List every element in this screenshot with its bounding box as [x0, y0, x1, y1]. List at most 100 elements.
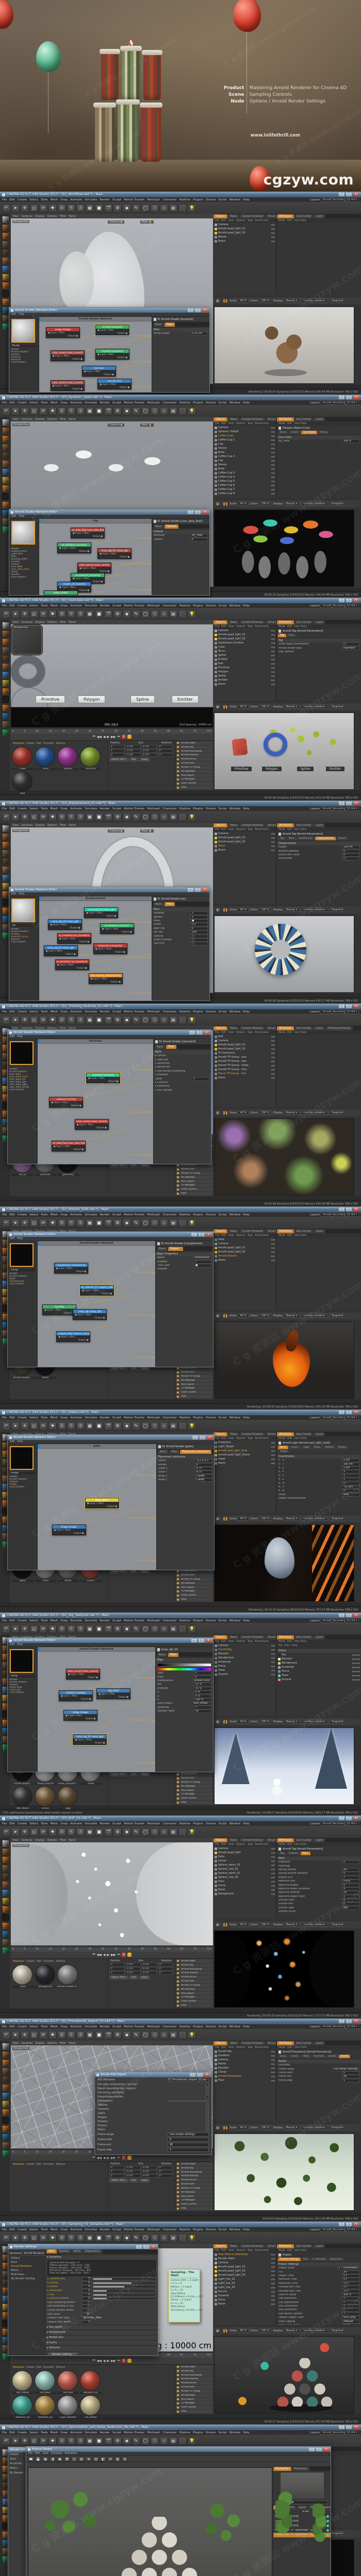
command-tx-manager[interactable]: Tx Manager — [176, 1386, 212, 1391]
toolbar-icon-18[interactable]: ▤ — [169, 1624, 177, 1633]
objects-menu-tags[interactable]: Tags — [248, 1640, 253, 1643]
menu-item-simulate[interactable]: Simulate — [85, 2025, 97, 2028]
layer-row[interactable]: Blizzard — [277, 1657, 361, 1661]
side-icon-9[interactable] — [2, 290, 9, 297]
viewport-3d[interactable]: Perspective Primitive Polygon Spline Emitter — [11, 624, 213, 707]
command-arnold-tp-group[interactable]: Arnold TP Group — [176, 1171, 212, 1175]
menu-item-pipeline[interactable]: Pipeline — [179, 1619, 191, 1622]
toolbar-icon-8[interactable]: Ⓩ — [76, 2233, 85, 2242]
menu-item-snap[interactable]: Snap — [60, 807, 68, 810]
objects-tab-takes[interactable]: Takes — [227, 1635, 239, 1639]
side-icon-13[interactable] — [2, 526, 9, 533]
toolbar-icon-13[interactable]: ◆ — [123, 812, 131, 821]
material-tile[interactable]: N/A_Wood — [12, 1786, 34, 1810]
object-toggles[interactable] — [271, 1247, 275, 1249]
toolbar-icon-6[interactable]: Ⓧ — [58, 204, 66, 212]
menu-item-tools[interactable]: Tools — [41, 401, 48, 404]
menu-item-mograph[interactable]: MoGraph — [147, 2025, 160, 2028]
pv-menu-edit[interactable]: Edit — [35, 2452, 40, 2455]
coords-footer-item[interactable]: Apply — [139, 1164, 150, 1167]
side-icon-5[interactable] — [2, 866, 9, 873]
material-tile[interactable]: Ref_Yellow — [12, 2370, 34, 2394]
side-icon-12[interactable] — [2, 1939, 9, 1945]
layer-row[interactable]: Trees — [277, 1673, 361, 1677]
rs-check-value[interactable]: □ — [82, 2300, 91, 2304]
toolbar-icon-2[interactable]: ✛ — [21, 1218, 29, 1227]
transport-button-0[interactable]: ⏮ — [92, 735, 95, 739]
object-row[interactable]: Camera — [214, 223, 276, 227]
side-icon-11[interactable] — [2, 916, 9, 922]
object-row[interactable]: Coffee Cup 7 — [214, 487, 276, 492]
menu-item-script[interactable]: Script — [219, 198, 227, 201]
object-toggles[interactable] — [271, 833, 275, 835]
toolbar-icon-3[interactable]: ◱ — [30, 1827, 38, 1836]
objects-menu-view[interactable]: View — [228, 2046, 234, 2049]
toolbar-icon-2[interactable]: ✛ — [21, 1624, 29, 1633]
command-arnold-procedural[interactable]: Arnold Procedural — [176, 2170, 212, 2174]
layer-row[interactable]: Sky — [277, 1653, 361, 1657]
object-toggles[interactable] — [271, 630, 275, 632]
command-flush-caches[interactable]: Flush caches — [176, 1391, 212, 1395]
material-tile[interactable]: Lid_Yellow — [80, 2395, 102, 2419]
object-row[interactable]: Camera — [214, 426, 276, 430]
menu-item-window[interactable]: Window — [229, 2025, 240, 2028]
object-toggles[interactable] — [271, 224, 275, 226]
ipr-display-value[interactable]: Beauty ▾ — [284, 299, 300, 303]
coords-cell[interactable]: X — [109, 2166, 125, 2170]
objects-tab-content-browser[interactable]: Content Browser — [239, 2244, 266, 2248]
objects-tab-objects[interactable]: Objects — [214, 1432, 227, 1436]
objects-menu-view[interactable]: View — [228, 2249, 234, 2252]
node-editor-window[interactable]: Arnold Shader Network Editor — ▢ ✕ Edit Help S… — [7, 1029, 211, 1164]
object-toggles[interactable] — [271, 2262, 275, 2264]
transport-button-4[interactable]: ▶▶ — [111, 735, 116, 739]
shader-tree-item[interactable]: C4D shaders — [11, 576, 37, 579]
object-toggles[interactable] — [271, 2063, 275, 2065]
object-row[interactable]: Spline — [214, 653, 276, 657]
shader-node-image[interactable]: image (image) ● Input > Main Output ● — [46, 327, 80, 338]
object-row[interactable]: Emitter — [214, 678, 276, 682]
layout-value[interactable]: Arnold_Recording_02.l4d ▾ — [321, 1212, 359, 1217]
command-flush-caches[interactable]: Flush caches — [176, 1999, 212, 2004]
object-toggles[interactable] — [271, 1669, 275, 1671]
maximize-button[interactable]: ▢ — [346, 193, 352, 196]
toolbar-icon-9[interactable]: ▦ — [86, 406, 94, 415]
node-canvas[interactable]: Particles standard (standard) ● Input > Ma… — [38, 1039, 153, 1164]
menu-item-render[interactable]: Render — [100, 1619, 110, 1622]
toolbar-icon-11[interactable]: 🎬 — [104, 812, 112, 821]
node-prop-value[interactable]: complement — [192, 1256, 211, 1260]
subtab-displacement[interactable]: Displacement — [315, 837, 336, 840]
object-row[interactable]: Spline — [214, 674, 276, 678]
objects-tab-structure[interactable]: Structure — [266, 1635, 276, 1639]
object-row[interactable]: Arnold TP Group - four — [214, 1067, 276, 1072]
menu-item-pipeline[interactable]: Pipeline — [179, 807, 191, 810]
command-help[interactable]: Help — [176, 2004, 212, 2007]
toolbar-icon-9[interactable]: ▦ — [86, 2436, 94, 2445]
objects-tab-structure[interactable]: Structure — [266, 214, 276, 218]
toolbar-icon-3[interactable]: ◱ — [30, 2436, 38, 2445]
ipr-pause-button[interactable]: ❚❚ — [222, 1516, 228, 1521]
attr-menu-edit[interactable]: Edit — [287, 1843, 292, 1846]
objects-menu-tags[interactable]: Tags — [248, 625, 253, 628]
objects-menu-edit[interactable]: Edit — [221, 828, 226, 831]
menu-item-character[interactable]: Character — [162, 2025, 176, 2028]
object-toggles[interactable] — [271, 2303, 275, 2305]
attr-tab-layer[interactable]: Layer — [314, 1229, 325, 1233]
maximize-button[interactable]: ▢ — [346, 2426, 352, 2429]
dialog-value[interactable]: Use render settings — [168, 2132, 209, 2137]
coords-footer-item[interactable]: Apply — [139, 1976, 150, 1979]
attr-tab-layer[interactable]: Layer — [314, 2041, 325, 2045]
attr-tab-layer[interactable]: Layer — [314, 214, 325, 218]
object-row[interactable]: Room — [214, 1461, 276, 1465]
toolbar-icon-16[interactable]: ⬡ — [151, 1421, 159, 1430]
object-row[interactable]: Coffee Cup 5 — [214, 479, 276, 483]
menu-item-plugins[interactable]: Plugins — [193, 1010, 203, 1013]
object-toggles[interactable] — [271, 646, 275, 648]
transport-button-5[interactable]: ⏭ — [117, 2359, 120, 2363]
menu-item-window[interactable]: Window — [229, 2228, 240, 2231]
subtab-main[interactable]: Main — [301, 2055, 311, 2058]
close-button[interactable]: ✕ — [151, 2245, 156, 2249]
toolbar-icon-19[interactable]: 🎥 — [178, 2233, 187, 2242]
attribute-value[interactable]: 100 % — [342, 439, 359, 444]
transport-button-0[interactable]: ⏮ — [92, 2359, 95, 2363]
menu-item-character[interactable]: Character — [162, 1213, 176, 1216]
